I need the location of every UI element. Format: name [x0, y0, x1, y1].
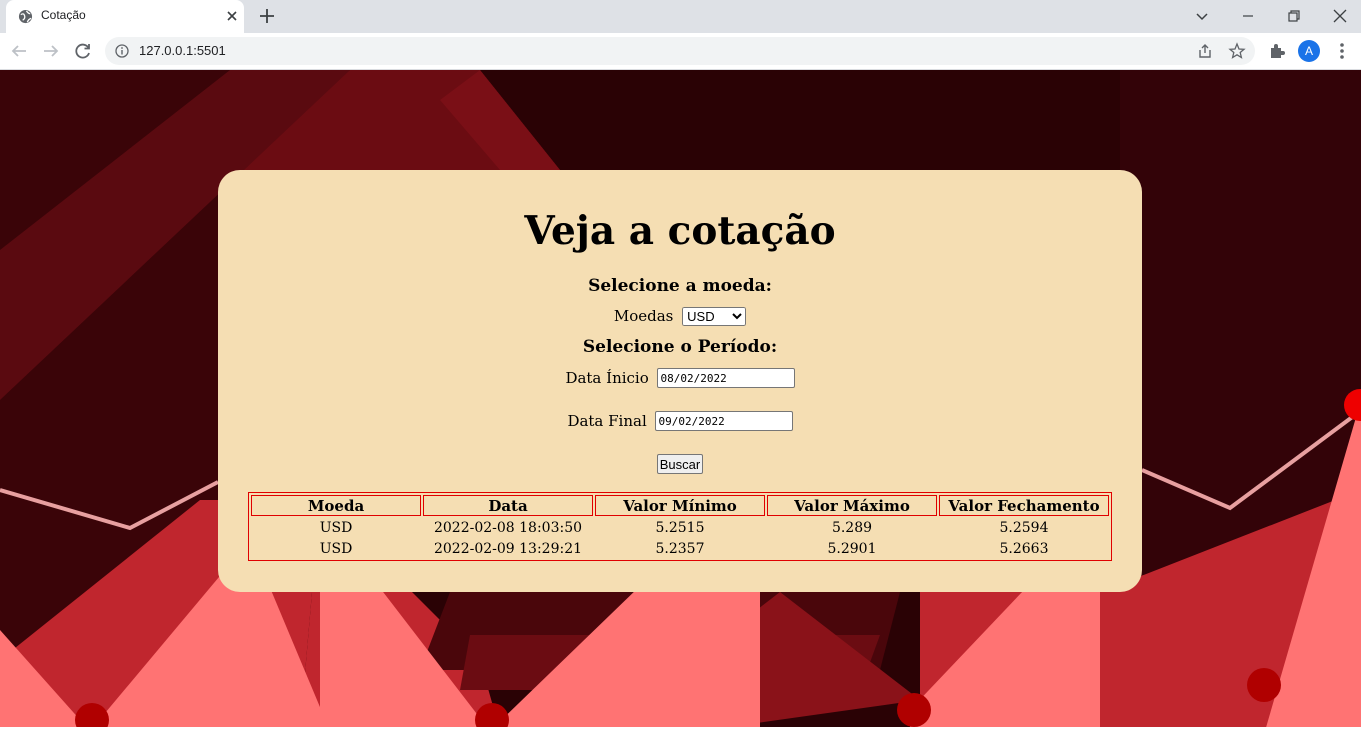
kebab-menu-icon[interactable] [1330, 39, 1354, 63]
window-bottom-edge [0, 727, 1361, 731]
plus-icon[interactable] [256, 5, 278, 27]
end-date-row: Data Final [218, 411, 1142, 431]
close-icon[interactable] [1328, 4, 1352, 28]
arrow-right-icon[interactable] [39, 39, 63, 63]
table-cell: 2022-02-08 18:03:50 [433, 519, 583, 536]
table-cell: 5.2594 [999, 519, 1049, 536]
close-icon[interactable] [222, 6, 242, 26]
currency-label: Moedas [613, 307, 674, 325]
arrow-left-icon[interactable] [7, 39, 31, 63]
quotes-table: Moeda Data Valor Mínimo Valor Máximo Val… [248, 492, 1112, 561]
browser-tab[interactable]: Cotação [6, 0, 244, 33]
share-icon[interactable] [1196, 42, 1214, 60]
quote-card: Veja a cotação Selecione a moeda: Moedas… [218, 170, 1142, 592]
column-header: Moeda [251, 495, 421, 516]
minimize-icon[interactable] [1236, 4, 1260, 28]
table-cell: 2022-02-09 13:29:21 [433, 540, 583, 557]
end-date-input[interactable] [654, 411, 793, 431]
end-date-label: Data Final [567, 412, 647, 430]
globe-icon [18, 9, 33, 24]
restore-icon[interactable] [1282, 4, 1306, 28]
table-row: USD 2022-02-09 13:29:21 5.2357 5.2901 5.… [251, 539, 1109, 558]
puzzle-icon[interactable] [1265, 39, 1289, 63]
address-bar[interactable]: 127.0.0.1:5501 [105, 37, 1255, 65]
table-cell: USD [319, 540, 353, 557]
browser-tabstrip: Cotação [0, 0, 1361, 33]
tab-title: Cotação [41, 8, 86, 22]
search-button[interactable]: Buscar [656, 454, 704, 474]
table-cell: 5.2515 [655, 519, 705, 536]
table-row: USD 2022-02-08 18:03:50 5.2515 5.289 5.2… [251, 518, 1109, 537]
currency-row: Moedas USD [218, 306, 1142, 326]
column-header: Data [423, 495, 593, 516]
period-heading: Selecione o Período: [582, 337, 778, 357]
table-cell: 5.2357 [655, 540, 705, 557]
column-header: Valor Máximo [767, 495, 937, 516]
start-date-row: Data Ínicio [218, 368, 1142, 388]
url-text: 127.0.0.1:5501 [139, 43, 226, 58]
star-icon[interactable] [1228, 42, 1246, 60]
table-cell: USD [319, 519, 353, 536]
currency-heading: Selecione a moeda: [588, 276, 772, 296]
currency-select[interactable]: USD [682, 306, 747, 326]
column-header: Valor Fechamento [939, 495, 1109, 516]
table-header-row: Moeda Data Valor Mínimo Valor Máximo Val… [251, 495, 1109, 516]
profile-avatar[interactable]: A [1298, 40, 1320, 62]
page-viewport: Veja a cotação Selecione a moeda: Moedas… [0, 70, 1361, 731]
browser-toolbar: 127.0.0.1:5501 A [0, 33, 1361, 70]
reload-icon[interactable] [71, 39, 95, 63]
table-cell: 5.289 [831, 519, 873, 536]
table-cell: 5.2901 [827, 540, 877, 557]
info-icon[interactable] [115, 44, 129, 58]
start-date-input[interactable] [656, 368, 795, 388]
start-date-label: Data Ínicio [565, 369, 649, 387]
column-header: Valor Mínimo [595, 495, 765, 516]
table-cell: 5.2663 [999, 540, 1049, 557]
search-row: Buscar [218, 454, 1142, 474]
chevron-down-icon[interactable] [1190, 4, 1214, 28]
page-title: Veja a cotação [524, 208, 836, 254]
